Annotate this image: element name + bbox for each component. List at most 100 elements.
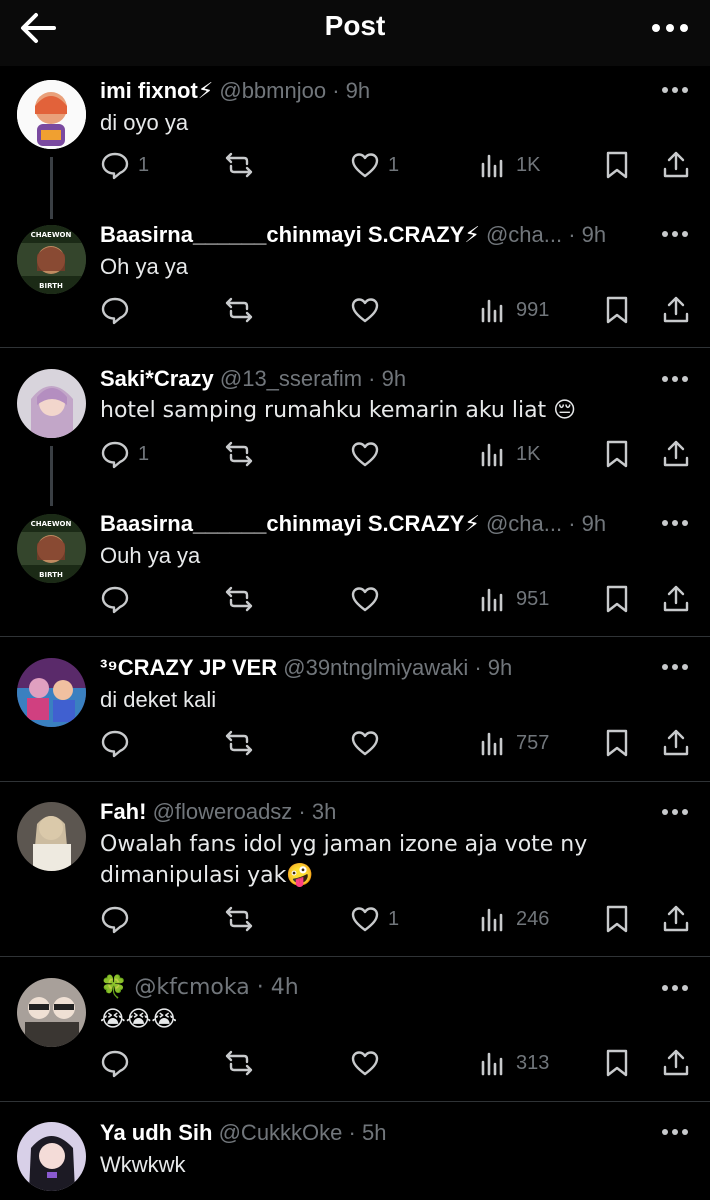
handle[interactable]: @39ntnglmiyawaki — [283, 655, 468, 680]
share-button[interactable] — [661, 1045, 691, 1081]
display-name[interactable]: ³⁹CRAZY JP VER — [100, 655, 277, 680]
retweet-icon — [225, 906, 253, 932]
display-name[interactable]: Fah! — [100, 799, 146, 824]
page-title: Post — [324, 10, 386, 41]
reply-button[interactable]: 1 — [100, 436, 149, 472]
timestamp[interactable]: 9h — [382, 366, 406, 391]
like-button[interactable]: 1 — [350, 901, 399, 937]
handle[interactable]: @CukkkOke — [219, 1120, 343, 1145]
avatar[interactable] — [17, 80, 86, 149]
share-button[interactable] — [661, 292, 691, 328]
timestamp[interactable]: 9h — [488, 655, 512, 680]
handle[interactable]: @cha... — [486, 511, 562, 536]
post-more-button[interactable] — [660, 513, 690, 533]
avatar[interactable]: CHAEWON BIRTH — [17, 225, 86, 294]
display-name[interactable]: imi fixnot⚡ — [100, 78, 213, 103]
like-button[interactable] — [350, 581, 388, 617]
retweet-button[interactable] — [224, 1045, 262, 1081]
post-text: Ouh ya ya — [100, 543, 201, 568]
timestamp[interactable]: 4h — [271, 975, 299, 1000]
handle[interactable]: @floweroadsz — [153, 799, 293, 824]
bookmark-button[interactable] — [602, 581, 632, 617]
reply-button[interactable]: 1 — [100, 147, 149, 183]
post-more-button[interactable] — [660, 80, 690, 100]
share-button[interactable] — [661, 581, 691, 617]
avatar[interactable]: CHAEWON BIRTH — [17, 514, 86, 583]
views-button[interactable]: 246 — [478, 901, 549, 937]
bookmark-button[interactable] — [602, 147, 632, 183]
timestamp[interactable]: 3h — [312, 799, 336, 824]
share-button[interactable] — [661, 147, 691, 183]
retweet-button[interactable] — [224, 901, 262, 937]
share-button[interactable] — [661, 436, 691, 472]
post-more-button[interactable] — [660, 978, 690, 998]
avatar-text-bottom: BIRTH — [39, 282, 63, 290]
retweet-button[interactable] — [224, 725, 262, 761]
share-icon — [663, 440, 689, 467]
reply-button[interactable] — [100, 581, 138, 617]
handle[interactable]: @bbmnjoo — [219, 78, 326, 103]
post-more-button[interactable] — [660, 1122, 690, 1142]
bookmark-button[interactable] — [602, 901, 632, 937]
like-button[interactable] — [350, 436, 388, 472]
handle[interactable]: @13_sserafim — [220, 366, 362, 391]
like-button[interactable] — [350, 292, 388, 328]
reply-button[interactable] — [100, 901, 138, 937]
post-more-button[interactable] — [660, 802, 690, 822]
views-chart-icon — [481, 732, 503, 756]
handle[interactable]: @cha... — [486, 222, 562, 247]
timestamp[interactable]: 9h — [346, 78, 370, 103]
views-button[interactable]: 991 — [478, 292, 549, 328]
retweet-button[interactable] — [224, 581, 262, 617]
bookmark-icon — [606, 151, 628, 179]
post-more-button[interactable] — [660, 657, 690, 677]
bookmark-button[interactable] — [602, 292, 632, 328]
avatar[interactable] — [17, 658, 86, 727]
post-text: di deket kali — [100, 687, 217, 712]
views-button[interactable]: 757 — [478, 725, 549, 761]
views-chart-icon — [481, 588, 503, 612]
view-count: 313 — [516, 1051, 550, 1074]
timestamp[interactable]: 5h — [362, 1120, 386, 1145]
reply-button[interactable] — [100, 1045, 138, 1081]
reply-button[interactable] — [100, 725, 138, 761]
timestamp[interactable]: 9h — [582, 222, 606, 247]
like-button[interactable] — [350, 1045, 388, 1081]
share-button[interactable] — [661, 725, 691, 761]
post-more-button[interactable] — [660, 224, 690, 244]
display-name[interactable]: Saki*Crazy — [100, 366, 214, 391]
retweet-icon — [225, 441, 253, 467]
display-name[interactable]: Baasirna______chinmayi S.CRAZY⚡ — [100, 511, 480, 536]
bookmark-icon — [606, 729, 628, 757]
views-button[interactable]: 951 — [478, 581, 549, 617]
display-name[interactable]: 🍀 — [100, 975, 127, 1000]
time-separator: · — [362, 366, 382, 391]
display-name[interactable]: Ya udh Sih — [100, 1120, 212, 1145]
display-name[interactable]: Baasirna______chinmayi S.CRAZY⚡ — [100, 222, 480, 247]
handle[interactable]: @kfcmoka — [134, 975, 249, 1000]
share-button[interactable] — [661, 901, 691, 937]
post-more-button[interactable] — [660, 369, 690, 389]
timestamp[interactable]: 9h — [582, 511, 606, 536]
heart-icon — [351, 1051, 379, 1076]
views-button[interactable]: 313 — [478, 1045, 549, 1081]
views-button[interactable]: 1K — [478, 436, 540, 472]
retweet-button[interactable] — [224, 147, 262, 183]
bookmark-button[interactable] — [602, 1045, 632, 1081]
avatar-image — [17, 80, 86, 149]
reply-icon — [101, 730, 129, 758]
like-button[interactable]: 1 — [350, 147, 399, 183]
avatar[interactable] — [17, 369, 86, 438]
more-options-button[interactable] — [648, 10, 692, 46]
views-button[interactable]: 1K — [478, 147, 540, 183]
views-chart-icon — [481, 908, 503, 932]
avatar[interactable] — [17, 978, 86, 1047]
avatar[interactable] — [17, 802, 86, 871]
retweet-button[interactable] — [224, 292, 262, 328]
like-button[interactable] — [350, 725, 388, 761]
retweet-button[interactable] — [224, 436, 262, 472]
bookmark-button[interactable] — [602, 436, 632, 472]
bookmark-button[interactable] — [602, 725, 632, 761]
avatar[interactable] — [17, 1122, 86, 1191]
reply-button[interactable] — [100, 292, 138, 328]
